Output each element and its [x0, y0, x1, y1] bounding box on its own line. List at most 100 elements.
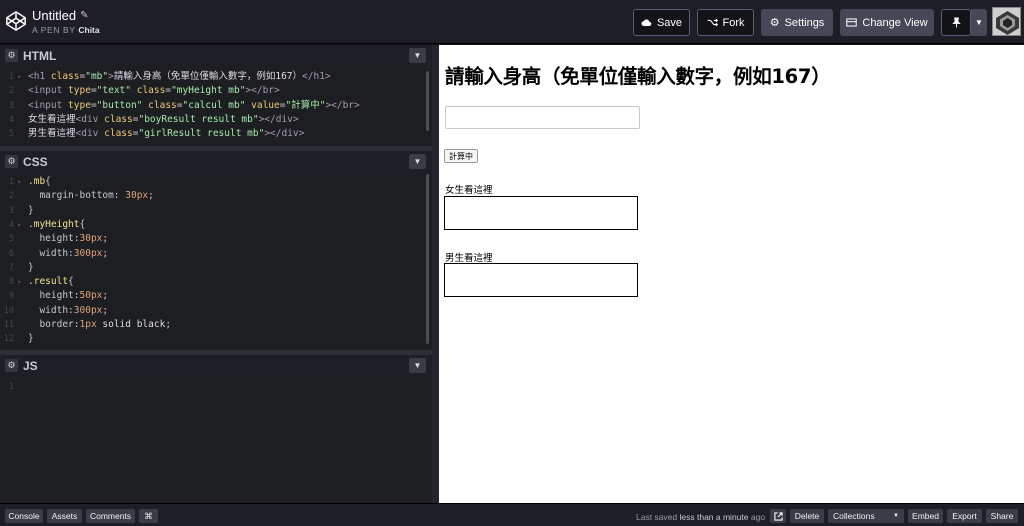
layout-icon	[846, 18, 858, 27]
code-line[interactable]: 1	[0, 380, 432, 394]
pin-menu-button[interactable]: ▼	[971, 9, 987, 36]
embed-button[interactable]: Embed	[908, 509, 943, 523]
line-number: 8	[8, 277, 14, 288]
delete-button[interactable]: Delete	[790, 509, 824, 523]
pencil-icon[interactable]: ✎	[80, 8, 88, 24]
line-number: 2	[8, 86, 14, 97]
html-pane-header[interactable]: ⚙ HTML ▼	[0, 45, 432, 66]
preview-heading: 請輸入身高（免單位僅輸入數字，例如167）	[445, 65, 831, 88]
pen-by-prefix: A PEN BY	[32, 25, 76, 35]
code-line[interactable]: 6 width:300px;	[0, 247, 432, 261]
code-line[interactable]: 4 女生看這裡<div class="boyResult result mb"><…	[0, 113, 432, 127]
line-number: 7	[8, 262, 14, 273]
code-line[interactable]: 2 <input type="text" class="myHeight mb">…	[0, 84, 432, 98]
line-number: 1	[8, 382, 14, 392]
code-text: border:1px solid black;	[28, 319, 172, 330]
fold-arrow-icon[interactable]: ▾	[17, 175, 21, 189]
code-text: 男生看這裡<div class="girlResult result mb"><…	[28, 128, 305, 140]
line-number: 1	[8, 72, 14, 82]
avatar-image	[993, 8, 1020, 35]
assets-button[interactable]: Assets	[47, 509, 82, 523]
fold-arrow-icon[interactable]: ▾	[17, 70, 21, 84]
chevron-down-icon: ▼	[893, 513, 899, 519]
code-line[interactable]: 2 margin-bottom: 30px;	[0, 189, 432, 203]
girl-label: 女生看這裡	[445, 185, 493, 196]
html-settings-icon[interactable]: ⚙	[5, 49, 18, 62]
boy-label: 男生看這裡	[445, 253, 493, 264]
line-number: 12	[3, 334, 14, 345]
line-number: 9	[8, 291, 14, 302]
js-code-editor[interactable]: 1	[0, 376, 432, 503]
code-line[interactable]: 1 ▾ .mb{	[0, 175, 432, 189]
pin-button[interactable]	[941, 9, 971, 36]
code-text: width:300px;	[28, 304, 109, 316]
code-text: .result{	[28, 276, 74, 288]
save-button[interactable]: Save	[633, 9, 690, 36]
codepen-editor: Untitled ✎ A PEN BY Chita Save Fork ⚙ Se…	[0, 0, 1024, 526]
gear-icon: ⚙	[769, 17, 780, 29]
css-code-editor[interactable]: 1 ▾ .mb{2 margin-bottom: 30px; 3} 4 ▾ .myHeigh…	[0, 172, 432, 350]
settings-button[interactable]: ⚙ Settings	[761, 9, 833, 36]
user-avatar[interactable]	[992, 7, 1021, 36]
code-text: }	[28, 261, 34, 273]
calculate-button[interactable]: 計算中	[444, 149, 478, 163]
code-text: <h1 class="mb">請輸入身高（免單位僅輸入數字，例如167）</h1…	[28, 71, 331, 82]
fold-arrow-icon[interactable]: ▾	[17, 218, 21, 232]
js-pane-header[interactable]: ⚙ JS ▼	[0, 355, 432, 376]
code-text: .mb{	[28, 176, 51, 187]
height-input[interactable]	[445, 106, 640, 129]
code-text: height:50px;	[28, 290, 109, 302]
line-number: 4	[8, 114, 14, 125]
js-pane-menu-chevron-icon[interactable]: ▼	[409, 358, 426, 373]
code-text: .myHeight{	[28, 218, 86, 230]
fork-button[interactable]: Fork	[697, 9, 754, 36]
author-link[interactable]: Chita	[78, 25, 99, 35]
code-text: height:30px;	[28, 233, 109, 245]
line-number: 3	[8, 205, 14, 216]
css-pane-menu-chevron-icon[interactable]: ▼	[409, 154, 426, 169]
code-text: margin-bottom: 30px;	[28, 190, 154, 202]
js-settings-icon[interactable]: ⚙	[5, 359, 18, 372]
code-line[interactable]: 9 height:50px;	[0, 289, 432, 303]
preview-resizer[interactable]	[432, 45, 439, 503]
boy-result-box	[444, 196, 638, 230]
keyboard-shortcuts-button[interactable]: ⌘	[139, 509, 158, 523]
cloud-icon	[641, 19, 652, 26]
editor-column: ⚙ HTML ▼ 1 ▾ <h1 class="mb">請輸入身高（免單位僅輸入數字…	[0, 45, 432, 503]
line-number: 2	[8, 191, 14, 202]
code-line[interactable]: 4 ▾ .myHeight{	[0, 218, 432, 232]
pen-title[interactable]: Untitled	[32, 8, 76, 24]
export-button[interactable]: Export	[947, 509, 982, 523]
css-pane-header[interactable]: ⚙ CSS ▼	[0, 151, 432, 172]
code-text: <input type="button" class="calcul mb" v…	[28, 99, 360, 111]
code-text: 女生看這裡<div class="boyResult result mb"></…	[28, 113, 299, 125]
chevron-down-icon: ▼	[975, 18, 983, 27]
html-code-editor[interactable]: 1 ▾ <h1 class="mb">請輸入身高（免單位僅輸入數字，例如167）</…	[0, 66, 432, 146]
code-line[interactable]: 12}	[0, 332, 432, 346]
code-line[interactable]: 1 ▾ <h1 class="mb">請輸入身高（免單位僅輸入數字，例如167）</…	[0, 70, 432, 84]
console-button[interactable]: Console	[5, 509, 43, 523]
collections-button[interactable]: Collections ▼	[828, 509, 904, 523]
fold-arrow-icon[interactable]: ▾	[17, 275, 21, 289]
code-line[interactable]: 5 height:30px;	[0, 232, 432, 246]
line-number: 5	[8, 129, 14, 140]
code-line[interactable]: 5 男生看這裡<div class="girlResult result mb">…	[0, 127, 432, 141]
code-line[interactable]: 3}	[0, 204, 432, 218]
code-line[interactable]: 7}	[0, 261, 432, 275]
code-line[interactable]: 10 width:300px;	[0, 304, 432, 318]
bottom-bar: Console Assets Comments ⌘ Last saved les…	[0, 503, 1024, 526]
line-number: 1	[8, 177, 14, 187]
comments-button[interactable]: Comments	[86, 509, 135, 523]
last-saved-status: Last saved less than a minute ago	[636, 512, 766, 522]
change-view-button[interactable]: Change View	[840, 9, 934, 36]
code-line[interactable]: 11 border:1px solid black;	[0, 318, 432, 332]
codepen-logo-icon[interactable]	[5, 10, 27, 32]
share-button[interactable]: Share	[986, 509, 1018, 523]
code-line[interactable]: 3 <input type="button" class="calcul mb" …	[0, 99, 432, 113]
line-number: 5	[8, 234, 14, 245]
js-pane-title: JS	[23, 358, 38, 373]
external-link-icon[interactable]	[770, 509, 786, 523]
html-pane-menu-chevron-icon[interactable]: ▼	[409, 48, 426, 63]
code-line[interactable]: 8 ▾ .result{	[0, 275, 432, 289]
css-settings-icon[interactable]: ⚙	[5, 155, 18, 168]
